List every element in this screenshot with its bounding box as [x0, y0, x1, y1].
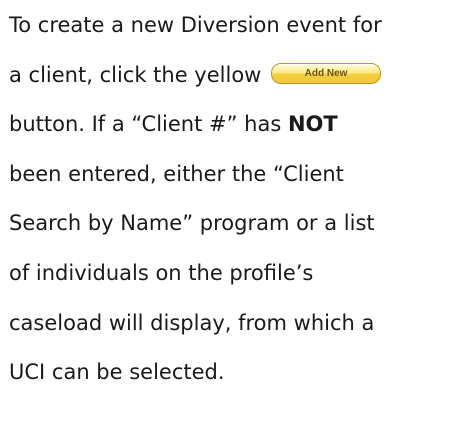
add-new-button[interactable]: Add New [271, 63, 382, 85]
text-line-3: button. If a “Client #” has NOT [9, 100, 473, 150]
text-line-5: Search by Name” program or a list [9, 199, 473, 249]
line-7-text: caseload will display, from which a [9, 310, 375, 335]
line-3-text: button. If a “Client #” has [9, 112, 288, 137]
line-6-text: of individuals on the profile’s [9, 260, 314, 285]
line-5-text: Search by Name” program or a list [9, 211, 375, 236]
text-line-1: To create a new Diversion event for [9, 1, 473, 51]
text-line-6: of individuals on the profile’s [9, 249, 473, 299]
line-4-text: been entered, either the “Client [9, 161, 344, 186]
text-line-8: UCI can be selected. [9, 348, 473, 398]
line-8-text: UCI can be selected. [9, 360, 225, 385]
not-emphasis: NOT [287, 112, 338, 137]
instruction-paragraph: To create a new Diversion event for a cl… [9, 0, 473, 398]
line-2-text: a client, click the yellow [9, 62, 262, 87]
text-line-2: a client, click the yellow Add New [9, 51, 473, 101]
text-line-4: been entered, either the “Client [9, 150, 473, 200]
line-1-text: To create a new Diversion event for [9, 13, 382, 37]
text-line-7: caseload will display, from which a [9, 299, 473, 349]
